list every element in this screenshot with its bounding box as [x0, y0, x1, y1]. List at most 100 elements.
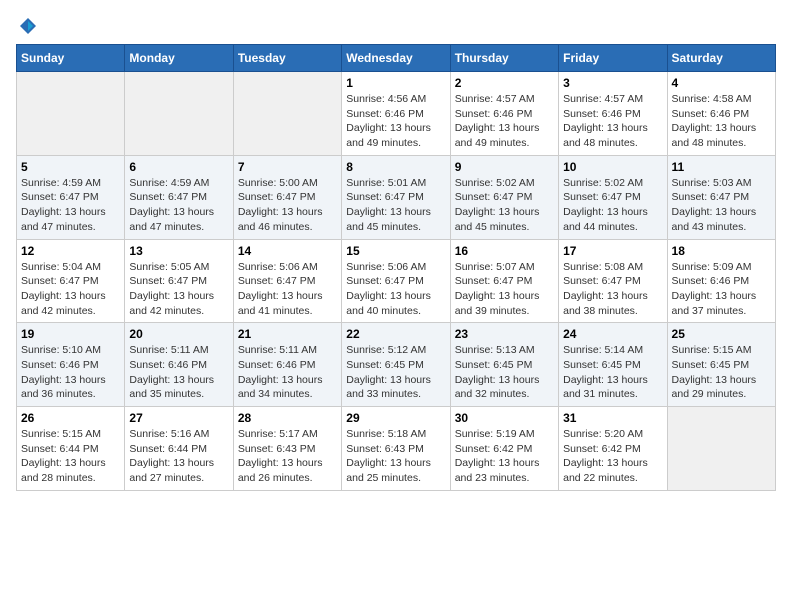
calendar-week-row: 19 Sunrise: 5:10 AM Sunset: 6:46 PM Dayli… [17, 323, 776, 407]
day-number: 1 [346, 76, 445, 90]
day-info: Sunrise: 5:08 AM Sunset: 6:47 PM Dayligh… [563, 260, 662, 319]
day-of-week-header: Thursday [450, 45, 558, 72]
calendar-day-cell: 12 Sunrise: 5:04 AM Sunset: 6:47 PM Dayli… [17, 239, 125, 323]
day-info: Sunrise: 5:05 AM Sunset: 6:47 PM Dayligh… [129, 260, 228, 319]
day-number: 26 [21, 411, 120, 425]
day-number: 8 [346, 160, 445, 174]
calendar-day-cell: 11 Sunrise: 5:03 AM Sunset: 6:47 PM Dayli… [667, 155, 775, 239]
day-info: Sunrise: 4:59 AM Sunset: 6:47 PM Dayligh… [129, 176, 228, 235]
day-of-week-header: Sunday [17, 45, 125, 72]
day-info: Sunrise: 5:11 AM Sunset: 6:46 PM Dayligh… [129, 343, 228, 402]
calendar-day-cell: 31 Sunrise: 5:20 AM Sunset: 6:42 PM Dayli… [559, 407, 667, 491]
calendar-day-cell: 24 Sunrise: 5:14 AM Sunset: 6:45 PM Dayli… [559, 323, 667, 407]
calendar-day-cell: 15Sunrise: 5:06 AM Sunset: 6:47 PM Dayli… [342, 239, 450, 323]
day-number: 25 [672, 327, 771, 341]
calendar-day-cell: 22Sunrise: 5:12 AM Sunset: 6:45 PM Dayli… [342, 323, 450, 407]
day-of-week-header: Tuesday [233, 45, 341, 72]
day-number: 13 [129, 244, 228, 258]
day-info: Sunrise: 5:10 AM Sunset: 6:46 PM Dayligh… [21, 343, 120, 402]
calendar-day-cell: 29 Sunrise: 5:18 AM Sunset: 6:43 PM Dayli… [342, 407, 450, 491]
day-of-week-header: Friday [559, 45, 667, 72]
day-number: 27 [129, 411, 228, 425]
calendar-day-cell: 21 Sunrise: 5:11 AM Sunset: 6:46 PM Dayli… [233, 323, 341, 407]
calendar-day-cell: 26Sunrise: 5:15 AM Sunset: 6:44 PM Dayli… [17, 407, 125, 491]
day-info: Sunrise: 5:11 AM Sunset: 6:46 PM Dayligh… [238, 343, 337, 402]
day-number: 14 [238, 244, 337, 258]
logo-icon [18, 16, 38, 36]
day-number: 6 [129, 160, 228, 174]
calendar-day-cell: 23Sunrise: 5:13 AM Sunset: 6:45 PM Dayli… [450, 323, 558, 407]
day-info: Sunrise: 5:01 AM Sunset: 6:47 PM Dayligh… [346, 176, 445, 235]
calendar-day-cell [125, 72, 233, 156]
day-number: 22 [346, 327, 445, 341]
day-number: 21 [238, 327, 337, 341]
calendar-day-cell: 28 Sunrise: 5:17 AM Sunset: 6:43 PM Dayli… [233, 407, 341, 491]
calendar-day-cell: 5 Sunrise: 4:59 AM Sunset: 6:47 PM Daylig… [17, 155, 125, 239]
day-number: 11 [672, 160, 771, 174]
day-info: Sunrise: 5:19 AM Sunset: 6:42 PM Dayligh… [455, 427, 554, 486]
calendar-day-cell: 9 Sunrise: 5:02 AM Sunset: 6:47 PM Daylig… [450, 155, 558, 239]
calendar-day-cell [667, 407, 775, 491]
day-number: 16 [455, 244, 554, 258]
calendar-day-cell: 25Sunrise: 5:15 AM Sunset: 6:45 PM Dayli… [667, 323, 775, 407]
day-info: Sunrise: 5:03 AM Sunset: 6:47 PM Dayligh… [672, 176, 771, 235]
day-number: 20 [129, 327, 228, 341]
calendar-day-cell: 18 Sunrise: 5:09 AM Sunset: 6:46 PM Dayli… [667, 239, 775, 323]
calendar-table: SundayMondayTuesdayWednesdayThursdayFrid… [16, 44, 776, 491]
calendar-day-cell: 2 Sunrise: 4:57 AM Sunset: 6:46 PM Daylig… [450, 72, 558, 156]
day-number: 31 [563, 411, 662, 425]
day-number: 9 [455, 160, 554, 174]
day-number: 10 [563, 160, 662, 174]
calendar-day-cell: 4Sunrise: 4:58 AM Sunset: 6:46 PM Daylig… [667, 72, 775, 156]
day-number: 15 [346, 244, 445, 258]
calendar-week-row: 5 Sunrise: 4:59 AM Sunset: 6:47 PM Daylig… [17, 155, 776, 239]
calendar-day-cell: 20 Sunrise: 5:11 AM Sunset: 6:46 PM Dayli… [125, 323, 233, 407]
logo [16, 16, 40, 32]
day-info: Sunrise: 5:04 AM Sunset: 6:47 PM Dayligh… [21, 260, 120, 319]
day-info: Sunrise: 4:58 AM Sunset: 6:46 PM Dayligh… [672, 92, 771, 151]
day-number: 28 [238, 411, 337, 425]
day-info: Sunrise: 4:56 AM Sunset: 6:46 PM Dayligh… [346, 92, 445, 151]
day-of-week-header: Wednesday [342, 45, 450, 72]
day-number: 17 [563, 244, 662, 258]
day-of-week-header: Saturday [667, 45, 775, 72]
day-number: 18 [672, 244, 771, 258]
day-number: 30 [455, 411, 554, 425]
calendar-week-row: 26Sunrise: 5:15 AM Sunset: 6:44 PM Dayli… [17, 407, 776, 491]
day-number: 3 [563, 76, 662, 90]
page-header [16, 16, 776, 32]
calendar-day-cell [17, 72, 125, 156]
day-info: Sunrise: 4:57 AM Sunset: 6:46 PM Dayligh… [563, 92, 662, 151]
day-info: Sunrise: 5:02 AM Sunset: 6:47 PM Dayligh… [455, 176, 554, 235]
day-info: Sunrise: 5:17 AM Sunset: 6:43 PM Dayligh… [238, 427, 337, 486]
day-info: Sunrise: 5:07 AM Sunset: 6:47 PM Dayligh… [455, 260, 554, 319]
calendar-day-cell: 14 Sunrise: 5:06 AM Sunset: 6:47 PM Dayli… [233, 239, 341, 323]
calendar-day-cell: 6 Sunrise: 4:59 AM Sunset: 6:47 PM Daylig… [125, 155, 233, 239]
day-info: Sunrise: 5:06 AM Sunset: 6:47 PM Dayligh… [238, 260, 337, 319]
day-info: Sunrise: 5:00 AM Sunset: 6:47 PM Dayligh… [238, 176, 337, 235]
day-info: Sunrise: 4:57 AM Sunset: 6:46 PM Dayligh… [455, 92, 554, 151]
calendar-day-cell: 17 Sunrise: 5:08 AM Sunset: 6:47 PM Dayli… [559, 239, 667, 323]
day-info: Sunrise: 5:09 AM Sunset: 6:46 PM Dayligh… [672, 260, 771, 319]
calendar-header-row: SundayMondayTuesdayWednesdayThursdayFrid… [17, 45, 776, 72]
calendar-day-cell: 10Sunrise: 5:02 AM Sunset: 6:47 PM Dayli… [559, 155, 667, 239]
calendar-day-cell: 19 Sunrise: 5:10 AM Sunset: 6:46 PM Dayli… [17, 323, 125, 407]
day-number: 5 [21, 160, 120, 174]
calendar-day-cell: 16 Sunrise: 5:07 AM Sunset: 6:47 PM Dayli… [450, 239, 558, 323]
calendar-day-cell: 30 Sunrise: 5:19 AM Sunset: 6:42 PM Dayli… [450, 407, 558, 491]
calendar-day-cell: 7Sunrise: 5:00 AM Sunset: 6:47 PM Daylig… [233, 155, 341, 239]
calendar-week-row: 1 Sunrise: 4:56 AM Sunset: 6:46 PM Daylig… [17, 72, 776, 156]
day-info: Sunrise: 5:14 AM Sunset: 6:45 PM Dayligh… [563, 343, 662, 402]
calendar-day-cell: 13 Sunrise: 5:05 AM Sunset: 6:47 PM Dayli… [125, 239, 233, 323]
day-info: Sunrise: 5:18 AM Sunset: 6:43 PM Dayligh… [346, 427, 445, 486]
day-number: 24 [563, 327, 662, 341]
day-number: 19 [21, 327, 120, 341]
calendar-day-cell: 1 Sunrise: 4:56 AM Sunset: 6:46 PM Daylig… [342, 72, 450, 156]
calendar-day-cell: 8 Sunrise: 5:01 AM Sunset: 6:47 PM Daylig… [342, 155, 450, 239]
day-number: 2 [455, 76, 554, 90]
calendar-day-cell: 3 Sunrise: 4:57 AM Sunset: 6:46 PM Daylig… [559, 72, 667, 156]
day-number: 29 [346, 411, 445, 425]
day-info: Sunrise: 5:20 AM Sunset: 6:42 PM Dayligh… [563, 427, 662, 486]
day-number: 12 [21, 244, 120, 258]
day-info: Sunrise: 4:59 AM Sunset: 6:47 PM Dayligh… [21, 176, 120, 235]
